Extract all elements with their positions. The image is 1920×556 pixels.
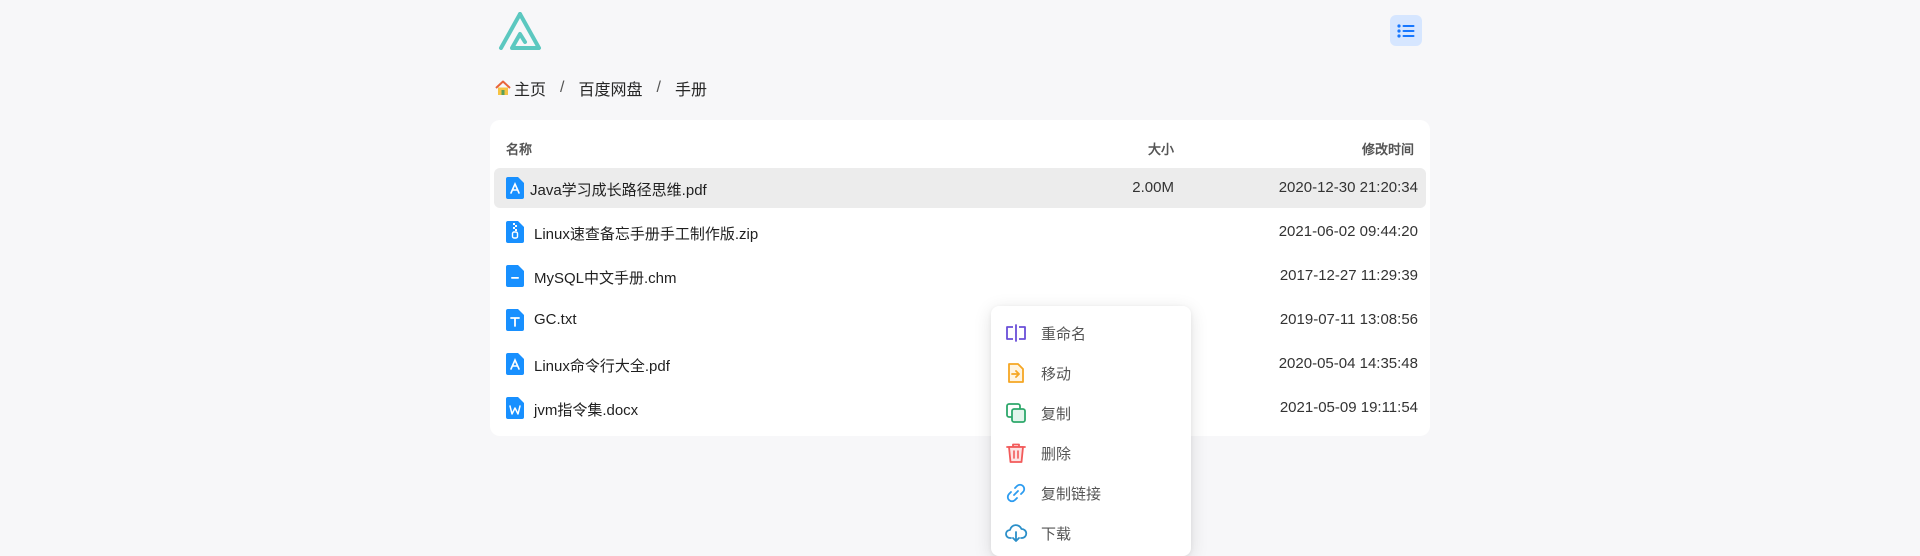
file-name: MySQL中文手册.chm: [534, 270, 677, 287]
context-menu-label: 复制链接: [1041, 485, 1102, 503]
table-row[interactable]: GC.txt 2019-07-11 13:08:56: [494, 300, 1426, 340]
context-menu: 重命名 移动 复制 删除 复制链接 下载: [991, 306, 1191, 556]
column-header-name[interactable]: 名称: [506, 139, 532, 158]
file-list-card: 名称 大小 修改时间 Java学习成长路径思维.pdf 2.00M 2020-1…: [490, 120, 1430, 556]
download-icon: [1004, 521, 1028, 545]
file-modified-time: 2020-05-04 14:35:48: [1278, 355, 1418, 372]
zip-file-icon: [506, 221, 524, 243]
pdf-file-icon: [506, 353, 524, 375]
breadcrumb-baidu-netdisk[interactable]: 百度网盘: [578, 76, 642, 100]
context-menu-rename[interactable]: 重命名: [991, 313, 1191, 353]
file-modified-time: 2020-12-30 21:20:34: [1278, 179, 1418, 196]
file-size: 2.00M: [1132, 179, 1174, 196]
top-bar: [490, 0, 1430, 62]
context-menu-move[interactable]: 移动: [991, 353, 1191, 393]
context-menu-delete[interactable]: 删除: [991, 433, 1191, 473]
list-icon: [1397, 23, 1415, 38]
txt-file-icon: [506, 309, 524, 331]
file-name: jvm指令集.docx: [534, 402, 639, 419]
column-header-modified[interactable]: 修改时间: [1362, 139, 1414, 158]
breadcrumb-home[interactable]: 主页: [514, 76, 546, 100]
context-menu-label: 重命名: [1041, 325, 1087, 343]
file-name: Linux速查备忘手册手工制作版.zip: [534, 226, 759, 243]
context-menu-label: 复制: [1041, 405, 1072, 423]
context-menu-label: 移动: [1041, 365, 1072, 383]
file-name: Java学习成长路径思维.pdf: [530, 182, 707, 199]
context-menu-download[interactable]: 下载: [991, 513, 1191, 553]
home-icon[interactable]: [494, 79, 512, 97]
move-icon: [1004, 361, 1028, 385]
app-logo-icon[interactable]: [498, 12, 542, 50]
docx-file-icon: [506, 397, 524, 419]
file-modified-time: 2021-06-02 09:44:20: [1278, 223, 1418, 240]
app-root: 主页 / 百度网盘 / 手册 名称 大小 修改时间 Java学习成长路径思维.p…: [490, 0, 1430, 556]
file-name: GC.txt: [534, 311, 577, 328]
column-header-size[interactable]: 大小: [1086, 139, 1174, 158]
rename-icon: [1004, 321, 1028, 345]
breadcrumb-separator: /: [656, 79, 661, 96]
breadcrumb-separator: /: [560, 79, 565, 96]
file-name: Linux命令行大全.pdf: [534, 358, 670, 375]
file-modified-time: 2019-07-11 13:08:56: [1279, 311, 1418, 328]
table-header: 名称 大小 修改时间: [490, 120, 1430, 172]
chm-file-icon: [506, 265, 524, 287]
table-row[interactable]: MySQL中文手册.chm 2017-12-27 11:29:39: [494, 256, 1426, 296]
context-menu-label: 下载: [1041, 525, 1072, 543]
pdf-file-icon: [506, 177, 524, 199]
list-view-button[interactable]: [1390, 15, 1422, 46]
delete-icon: [1004, 441, 1028, 465]
breadcrumb: 主页 / 百度网盘 / 手册: [494, 76, 707, 100]
link-icon: [1004, 481, 1028, 505]
table-row[interactable]: Linux命令行大全.pdf 2020-05-04 14:35:48: [494, 344, 1426, 384]
file-modified-time: 2017-12-27 11:29:39: [1279, 267, 1418, 284]
file-modified-time: 2021-05-09 19:11:54: [1279, 399, 1418, 416]
breadcrumb-current-folder[interactable]: 手册: [675, 76, 707, 100]
table-row[interactable]: jvm指令集.docx 2021-05-09 19:11:54: [494, 388, 1426, 428]
table-row[interactable]: Java学习成长路径思维.pdf 2.00M 2020-12-30 21:20:…: [494, 168, 1426, 208]
context-menu-copy-link[interactable]: 复制链接: [991, 473, 1191, 513]
table-row[interactable]: Linux速查备忘手册手工制作版.zip 2021-06-02 09:44:20: [494, 212, 1426, 252]
copy-icon: [1004, 401, 1028, 425]
context-menu-label: 删除: [1041, 445, 1072, 463]
context-menu-copy[interactable]: 复制: [991, 393, 1191, 433]
